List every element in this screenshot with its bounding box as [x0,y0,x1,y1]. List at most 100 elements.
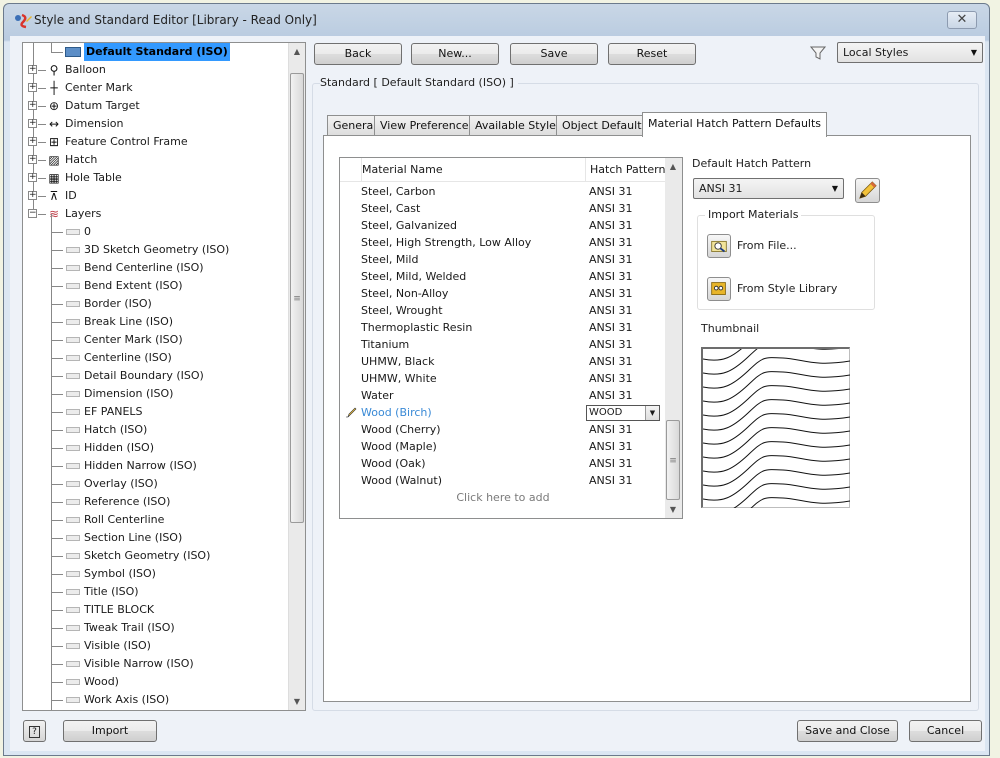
expand-icon[interactable]: + [28,119,37,128]
tree-item-layer[interactable]: Detail Boundary (ISO) [23,367,289,385]
table-row[interactable]: Steel, Mild, Welded ANSI 31 [340,268,666,285]
tab-view-preferences[interactable]: View Preferences [374,115,481,136]
tree-item-layer[interactable]: Wood) [23,673,289,691]
tab-available-styles[interactable]: Available Styles [469,115,568,136]
grid-scrollbar[interactable]: ▲ ≡ ▼ [665,158,682,518]
scroll-thumb[interactable]: ≡ [290,73,304,523]
style-filter-dropdown[interactable]: Local Styles ▼ [837,42,983,63]
tree-item-layer[interactable]: Dimension (ISO) [23,385,289,403]
tree-item-datum-target[interactable]: + ⊕ Datum Target [23,97,289,115]
expand-icon[interactable]: + [28,83,37,92]
from-file-label[interactable]: From File... [737,239,797,252]
hatch-pattern[interactable]: ANSI 31 [589,472,632,489]
tree-item-layer[interactable]: Work Axis (ISO) [23,691,289,709]
table-row[interactable]: UHMW, Black ANSI 31 [340,353,666,370]
expand-icon[interactable]: + [28,137,37,146]
tree-item-layer[interactable]: Tweak Trail (ISO) [23,619,289,637]
edit-hatch-button[interactable] [855,178,880,203]
new-button[interactable]: New... [411,43,499,65]
cancel-button[interactable]: Cancel [909,720,982,742]
hatch-pattern[interactable]: ANSI 31 [589,217,632,234]
default-hatch-dropdown[interactable]: ANSI 31 ▼ [693,178,844,199]
tree-scrollbar[interactable]: ▲ ≡ ▼ [288,43,305,710]
tree-item-layer[interactable]: Visible Narrow (ISO) [23,655,289,673]
tree-item-layer[interactable]: Hatch (ISO) [23,421,289,439]
filter-icon[interactable] [810,45,826,61]
save-and-close-button[interactable]: Save and Close [797,720,898,742]
tree-item-hole-table[interactable]: + ▦ Hole Table [23,169,289,187]
tree-item-layer[interactable]: Title (ISO) [23,583,289,601]
hatch-pattern[interactable]: ANSI 31 [589,370,632,387]
table-row[interactable]: Steel, High Strength, Low Alloy ANSI 31 [340,234,666,251]
help-button[interactable]: ? [23,720,46,742]
table-row[interactable]: Thermoplastic Resin ANSI 31 [340,319,666,336]
reset-button[interactable]: Reset [608,43,696,65]
tree-item-layer[interactable]: 3D Sketch Geometry (ISO) [23,241,289,259]
table-row[interactable]: Wood (Cherry) ANSI 31 [340,421,666,438]
expand-icon[interactable]: + [28,173,37,182]
hatch-pattern[interactable]: ANSI 31 [589,234,632,251]
expand-icon[interactable]: + [28,101,37,110]
column-header-material-name[interactable]: Material Name [361,158,589,182]
tree-item-feature-control-frame[interactable]: + ⊞ Feature Control Frame [23,133,289,151]
tree-item-layer[interactable]: 0 [23,223,289,241]
tree-item-center-mark[interactable]: + ┼ Center Mark [23,79,289,97]
tree-item-layer[interactable]: TITLE BLOCK [23,601,289,619]
tab-material-hatch-pattern-defaults[interactable]: Material Hatch Pattern Defaults [642,112,828,137]
hatch-pattern[interactable]: ANSI 31 [589,319,632,336]
table-row[interactable]: Wood (Walnut) ANSI 31 [340,472,666,489]
tab-object-defaults[interactable]: Object Defaults [556,115,654,136]
expand-icon[interactable]: + [28,191,37,200]
table-row[interactable]: Steel, Wrought ANSI 31 [340,302,666,319]
import-from-library-button[interactable] [707,277,731,301]
tree-item-hatch[interactable]: + ▨ Hatch [23,151,289,169]
tree-item-layer[interactable]: Center Mark (ISO) [23,331,289,349]
table-row[interactable]: Water ANSI 31 [340,387,666,404]
tree-item-id[interactable]: + ⊼ ID [23,187,289,205]
tree-item-layer[interactable]: Hidden (ISO) [23,439,289,457]
tree-item-layer[interactable]: EF PANELS [23,403,289,421]
tree-item-layer[interactable]: Bend Extent (ISO) [23,277,289,295]
scroll-up-arrow[interactable]: ▲ [289,43,305,60]
hatch-pattern[interactable]: ANSI 31 [589,336,632,353]
hatch-pattern[interactable]: ANSI 31 [589,200,632,217]
save-button[interactable]: Save [510,43,598,65]
close-button[interactable]: ✕ [947,11,977,29]
click-to-add-row[interactable]: Click here to add [340,489,666,506]
table-row[interactable]: Steel, Mild ANSI 31 [340,251,666,268]
tree-item-layer[interactable]: Break Line (ISO) [23,313,289,331]
hatch-pattern[interactable]: ANSI 31 [589,421,632,438]
from-style-library-label[interactable]: From Style Library [737,282,837,295]
tree-item-layer[interactable]: Roll Centerline [23,511,289,529]
tree-item-layer[interactable]: Reference (ISO) [23,493,289,511]
hatch-pattern[interactable]: ANSI 31 [589,302,632,319]
tree-item-layer[interactable]: Sketch Geometry (ISO) [23,547,289,565]
table-row[interactable]: Wood (Oak) ANSI 31 [340,455,666,472]
style-tree[interactable]: ▲ ≡ ▼ Default Standard (ISO) + ⚲ Balloon + ┼ C… [22,42,306,711]
expand-icon[interactable]: + [28,155,37,164]
tree-item-layer[interactable]: Centerline (ISO) [23,349,289,367]
table-row[interactable]: Wood (Maple) ANSI 31 [340,438,666,455]
hatch-pattern[interactable]: ANSI 31 [589,353,632,370]
scroll-down-arrow[interactable]: ▼ [665,501,681,518]
materials-grid[interactable]: Material Name Hatch Pattern ▲ ≡ ▼ Steel,… [339,157,683,519]
tree-item-dimension[interactable]: + ↔ Dimension [23,115,289,133]
hatch-pattern[interactable]: ANSI 31 [589,387,632,404]
tree-item-layer[interactable]: Visible (ISO) [23,637,289,655]
tree-item-balloon[interactable]: + ⚲ Balloon [23,61,289,79]
chevron-down-icon[interactable]: ▼ [645,406,659,420]
tree-item-layer[interactable]: Section Line (ISO) [23,529,289,547]
scroll-up-arrow[interactable]: ▲ [665,158,681,175]
import-from-file-button[interactable] [707,234,731,258]
hatch-pattern[interactable]: ANSI 31 [589,455,632,472]
tree-item-layer[interactable]: Bend Centerline (ISO) [23,259,289,277]
collapse-icon[interactable]: − [28,209,37,218]
table-row[interactable]: UHMW, White ANSI 31 [340,370,666,387]
import-button[interactable]: Import [63,720,157,742]
hatch-pattern[interactable]: ANSI 31 [589,285,632,302]
back-button[interactable]: Back [314,43,402,65]
hatch-pattern[interactable]: ANSI 31 [589,438,632,455]
table-row[interactable]: Titanium ANSI 31 [340,336,666,353]
table-row[interactable]: Steel, Galvanized ANSI 31 [340,217,666,234]
hatch-pattern[interactable]: ANSI 31 [589,251,632,268]
